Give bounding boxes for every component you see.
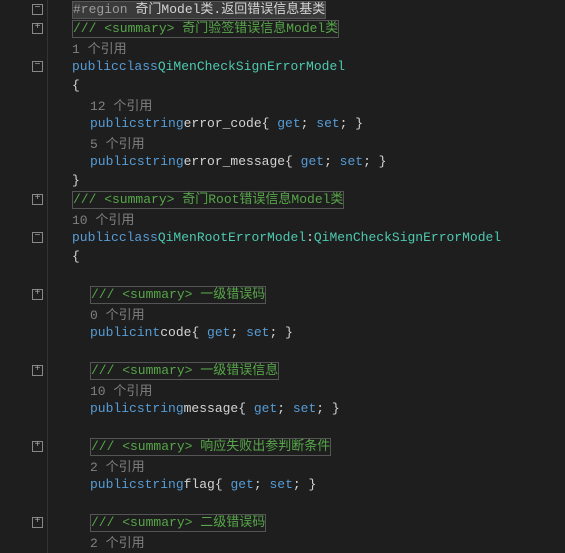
fold-gutter: − + − + − + + + + xyxy=(0,0,48,553)
fold-class-1[interactable]: − xyxy=(32,61,43,72)
fold-summary-5[interactable]: + xyxy=(32,441,43,452)
kw-class: class xyxy=(119,59,158,74)
fold-class-2[interactable]: − xyxy=(32,232,43,243)
codelens-prop-flag[interactable]: 2 个引用 xyxy=(90,456,145,475)
summary-class2: /// <summary> 奇门Root错误信息Model类 xyxy=(72,191,344,209)
prop-error-code: error_code xyxy=(184,116,262,131)
summary-class1: /// <summary> 奇门验签错误信息Model类 xyxy=(72,20,339,38)
fold-region[interactable]: − xyxy=(32,4,43,15)
kw-public: public xyxy=(72,59,119,74)
summary-prop-subcode: /// <summary> 二级错误码 xyxy=(90,514,266,532)
fold-summary-1[interactable]: + xyxy=(32,23,43,34)
codelens-class1[interactable]: 1 个引用 xyxy=(72,38,127,57)
prop-error-message: error_message xyxy=(184,154,285,169)
codelens-prop-subcode[interactable]: 2 个引用 xyxy=(90,532,145,551)
code-area[interactable]: #region 奇门Model类.返回错误信息基类 /// <summary> … xyxy=(48,0,501,553)
summary-prop-flag: /// <summary> 响应失败出参判断条件 xyxy=(90,438,331,456)
codelens-prop-message[interactable]: 10 个引用 xyxy=(90,380,152,399)
region-title: 奇门Model类.返回错误信息基类 xyxy=(128,2,326,17)
prop-message: message xyxy=(184,401,239,416)
class1-name: QiMenCheckSignErrorModel xyxy=(158,59,345,74)
prop-code: code xyxy=(160,325,191,340)
class2-base: QiMenCheckSignErrorModel xyxy=(314,230,501,245)
codelens-prop-code[interactable]: 0 个引用 xyxy=(90,304,145,323)
fold-summary-2[interactable]: + xyxy=(32,194,43,205)
prop-flag: flag xyxy=(184,477,215,492)
brace-open: { xyxy=(72,78,80,93)
fold-summary-6[interactable]: + xyxy=(32,517,43,528)
fold-summary-4[interactable]: + xyxy=(32,365,43,376)
codelens-prop1[interactable]: 12 个引用 xyxy=(90,95,152,114)
class2-name: QiMenRootErrorModel xyxy=(158,230,306,245)
brace-open-2: { xyxy=(72,249,80,264)
region-directive: #region xyxy=(73,2,128,17)
fold-summary-3[interactable]: + xyxy=(32,289,43,300)
summary-prop-message: /// <summary> 一级错误信息 xyxy=(90,362,279,380)
summary-prop-code: /// <summary> 一级错误码 xyxy=(90,286,266,304)
codelens-prop2[interactable]: 5 个引用 xyxy=(90,133,145,152)
codelens-class2[interactable]: 10 个引用 xyxy=(72,209,134,228)
brace-close: } xyxy=(72,173,80,188)
